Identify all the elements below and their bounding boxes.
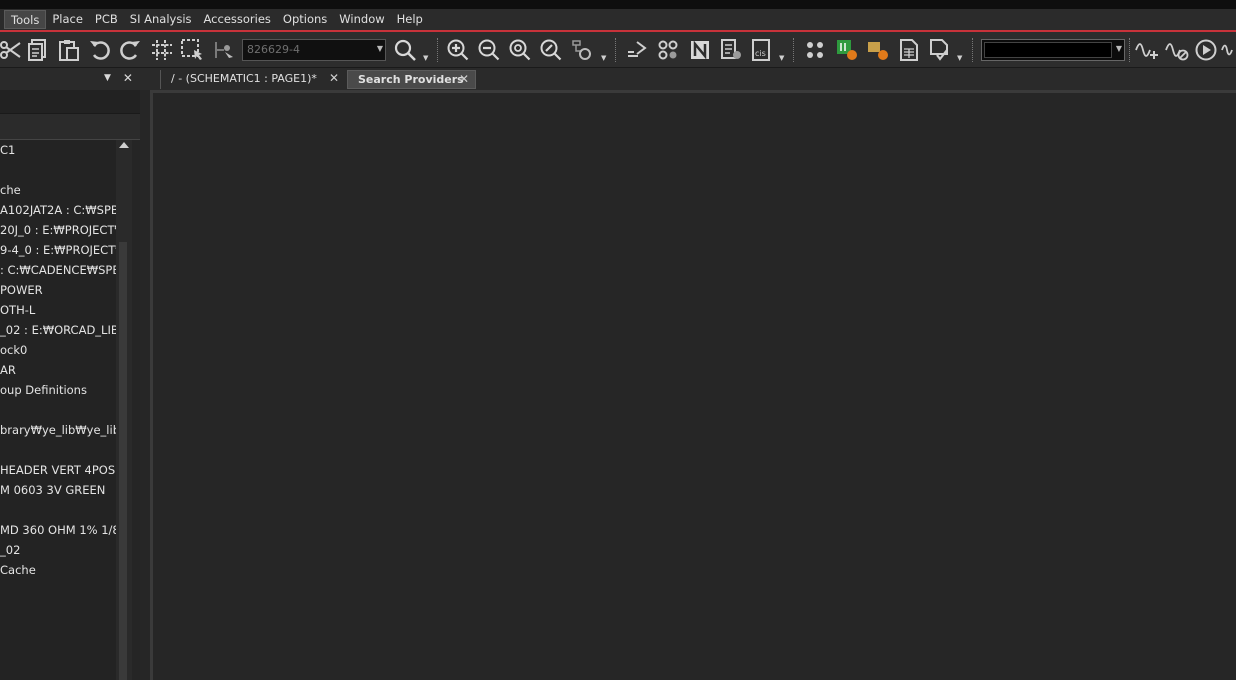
close-icon[interactable]: ✕ xyxy=(329,71,339,85)
tree-scrollbar[interactable] xyxy=(116,140,132,680)
document-tab-row: ▼ ✕ / - (SCHEMATIC1 : PAGE1)* ✕ Search P… xyxy=(0,68,1236,90)
tree-item[interactable]: _02 : E:₩ORCAD_LIBR xyxy=(0,320,116,340)
net-combo-field xyxy=(984,42,1112,58)
search-dropdown-icon[interactable]: ▼ xyxy=(423,54,428,62)
tree-item[interactable]: _02 xyxy=(0,540,116,560)
project-tree: C1 che A102JAT2A : C:₩SPB_ 20J_0 : E:₩PROJE… xyxy=(0,140,116,680)
panel-splitter[interactable] xyxy=(140,90,150,680)
panel-controls: ▼ ✕ xyxy=(104,71,133,85)
back-annotate-icon[interactable] xyxy=(833,36,861,64)
menu-place[interactable]: Place xyxy=(46,10,89,29)
paste-icon[interactable] xyxy=(55,36,83,64)
tree-item[interactable]: C1 xyxy=(0,140,116,160)
tab-label: / - (SCHEMATIC1 : PAGE1)* xyxy=(171,72,317,85)
cross-reference-icon[interactable] xyxy=(717,36,745,64)
snap-icon[interactable] xyxy=(210,36,238,64)
menu-bar: Tools Place PCB SI Analysis Accessories … xyxy=(0,9,1236,30)
design-rules-icon[interactable] xyxy=(654,36,682,64)
zoom-in-icon[interactable] xyxy=(444,36,472,64)
canvas-area[interactable] xyxy=(153,93,1236,680)
tree-item[interactable] xyxy=(0,500,116,520)
cut-icon[interactable] xyxy=(0,36,24,64)
tree-item[interactable]: che xyxy=(0,180,116,200)
netlist-icon[interactable] xyxy=(686,36,714,64)
tree-item[interactable] xyxy=(0,400,116,420)
zoom-dropdown-icon[interactable]: ▼ xyxy=(601,54,606,62)
grid-icon[interactable] xyxy=(148,36,176,64)
tree-item[interactable]: 20J_0 : E:₩PROJECT₩ xyxy=(0,220,116,240)
tree-item[interactable] xyxy=(0,440,116,460)
search-icon[interactable] xyxy=(391,36,419,64)
panel-subheader xyxy=(0,114,140,140)
copy-icon[interactable] xyxy=(24,36,52,64)
menu-help[interactable]: Help xyxy=(391,10,429,29)
menu-pcb[interactable]: PCB xyxy=(89,10,124,29)
tab-schematic-page1[interactable]: / - (SCHEMATIC1 : PAGE1)* ✕ xyxy=(160,70,345,89)
menu-options[interactable]: Options xyxy=(277,10,333,29)
zoom-out-icon[interactable] xyxy=(475,36,503,64)
toolbar-separator xyxy=(1129,38,1130,62)
tree-item[interactable]: brary₩ye_lib₩ye_lib.o xyxy=(0,420,116,440)
chevron-down-icon[interactable]: ▼ xyxy=(377,44,383,53)
verify-icon[interactable] xyxy=(925,36,953,64)
more-icon[interactable] xyxy=(1218,36,1236,64)
zoom-area-icon[interactable] xyxy=(537,36,565,64)
part-combo-value: 826629-4 xyxy=(247,43,300,56)
main-toolbar: 826629-4 ▼ ▼ ▼ cis ▼ ▼ ▼ xyxy=(0,32,1236,68)
verify-dropdown-icon[interactable]: ▼ xyxy=(957,54,962,62)
tree-item[interactable]: POWER xyxy=(0,280,116,300)
tree-item[interactable]: oup Definitions xyxy=(0,380,116,400)
undo-icon[interactable] xyxy=(86,36,114,64)
chevron-down-icon[interactable]: ▼ xyxy=(1116,44,1122,53)
tree-item[interactable]: M 0603 3V GREEN xyxy=(0,480,116,500)
probe-add-icon[interactable] xyxy=(1133,36,1161,64)
net-combo[interactable]: ▼ xyxy=(981,39,1125,61)
probe-remove-icon[interactable] xyxy=(1163,36,1191,64)
tree-item[interactable]: A102JAT2A : C:₩SPB_ xyxy=(0,200,116,220)
project-manager-panel: C1 che A102JAT2A : C:₩SPB_ 20J_0 : E:₩PROJE… xyxy=(0,90,140,680)
menu-window[interactable]: Window xyxy=(333,10,390,29)
zoom-all-icon[interactable] xyxy=(506,36,534,64)
document-canvas[interactable] xyxy=(150,90,1236,680)
tab-label: Search Providers xyxy=(358,73,464,86)
scroll-up-icon[interactable] xyxy=(119,142,129,148)
tree-item[interactable]: Cache xyxy=(0,560,116,580)
tools-dropdown-icon[interactable]: ▼ xyxy=(779,54,784,62)
update-icon[interactable] xyxy=(864,36,892,64)
tree-item[interactable]: 9-4_0 : E:₩PROJECT₩ xyxy=(0,240,116,260)
tree-item[interactable] xyxy=(0,160,116,180)
toolbar-separator xyxy=(972,38,973,62)
redo-icon[interactable] xyxy=(116,36,144,64)
svg-text:cis: cis xyxy=(755,49,766,58)
bill-of-materials-icon[interactable]: cis xyxy=(748,36,776,64)
run-icon[interactable] xyxy=(1192,36,1220,64)
tree-item[interactable]: MD 360 OHM 1% 1/8 xyxy=(0,520,116,540)
panel-close-icon[interactable]: ✕ xyxy=(123,71,133,85)
pcb-editor-icon[interactable] xyxy=(801,36,829,64)
annotate-icon[interactable] xyxy=(623,36,651,64)
title-strip xyxy=(0,0,1236,9)
orcad-capture-window: Tools Place PCB SI Analysis Accessories … xyxy=(0,0,1236,680)
tree-item[interactable]: ock0 xyxy=(0,340,116,360)
tree-item[interactable]: AR xyxy=(0,360,116,380)
report-icon[interactable] xyxy=(895,36,923,64)
area-select-icon[interactable] xyxy=(178,36,206,64)
tree-item[interactable]: HEADER VERT 4POS xyxy=(0,460,116,480)
toolbar-separator xyxy=(437,38,438,62)
menu-accessories[interactable]: Accessories xyxy=(198,10,277,29)
tree-item[interactable]: : C:₩CADENCE₩SPB_ xyxy=(0,260,116,280)
toolbar-separator xyxy=(615,38,616,62)
scrollbar-track[interactable] xyxy=(119,242,127,680)
tree-item[interactable]: OTH-L xyxy=(0,300,116,320)
part-combo[interactable]: 826629-4 ▼ xyxy=(242,39,386,61)
tab-search-providers[interactable]: Search Providers ✕ xyxy=(347,70,476,89)
menu-tools[interactable]: Tools xyxy=(4,10,47,29)
menu-si-analysis[interactable]: SI Analysis xyxy=(124,10,198,29)
panel-dropdown-icon[interactable]: ▼ xyxy=(104,71,111,85)
zoom-selection-icon[interactable] xyxy=(568,36,596,64)
panel-header xyxy=(0,90,140,114)
close-icon[interactable]: ✕ xyxy=(459,72,469,86)
toolbar-separator xyxy=(793,38,794,62)
